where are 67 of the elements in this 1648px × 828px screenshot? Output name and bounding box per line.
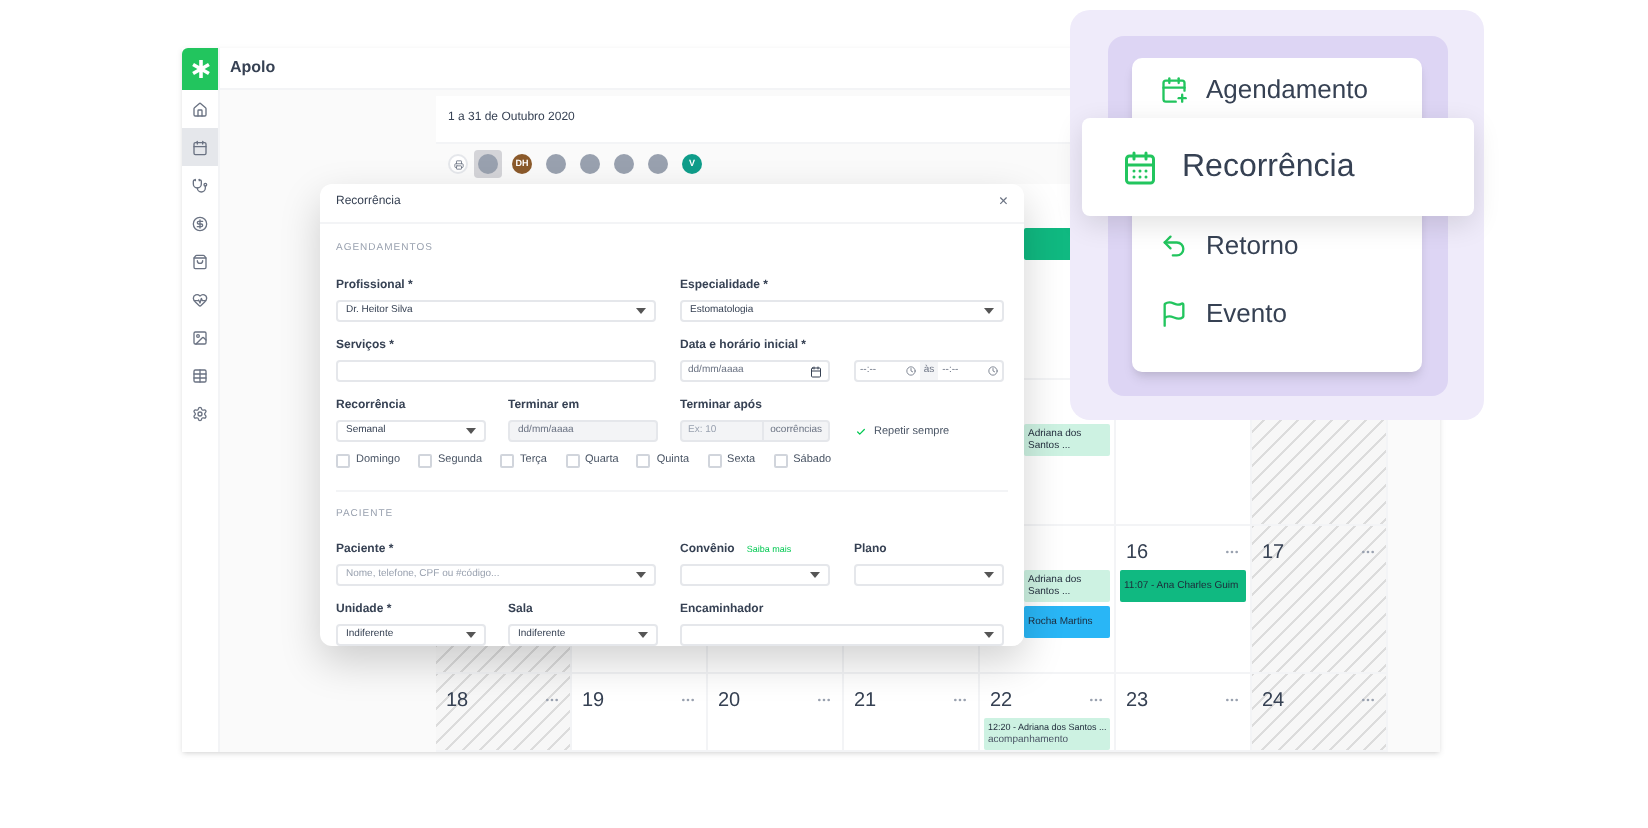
caret-icon: [636, 572, 646, 578]
calendar-plus-icon: [1160, 76, 1188, 104]
dollar-icon: [192, 215, 208, 231]
day-number: 19: [582, 687, 605, 715]
app-title: Apolo: [230, 56, 276, 80]
menu-item[interactable]: Agendamento: [1160, 72, 1422, 108]
checkbox[interactable]: [636, 453, 651, 468]
caret-icon: [636, 308, 646, 315]
calendar-day-cell[interactable]: 23: [1116, 674, 1252, 752]
flag-icon: [1160, 300, 1188, 328]
caret-icon: [984, 572, 994, 578]
avatar-filter-button[interactable]: [576, 150, 604, 178]
day-number: 18: [446, 687, 469, 715]
caret-icon: [466, 428, 476, 435]
menu-item[interactable]: Recorrência: [1082, 118, 1474, 216]
calendar-icon: [1122, 149, 1158, 185]
avatar-filter-button[interactable]: [474, 150, 502, 178]
checkbox[interactable]: [565, 453, 579, 468]
checkbox[interactable]: [500, 453, 515, 468]
avatar-filter-button[interactable]: [542, 150, 570, 178]
settings-icon: [192, 405, 208, 421]
checkbox[interactable]: [418, 453, 433, 468]
menu-item[interactable]: Retorno: [1160, 228, 1422, 264]
checkbox[interactable]: [773, 453, 788, 468]
heart-pulse-icon: [192, 291, 208, 307]
logo-icon: [191, 60, 209, 78]
image-icon: [192, 329, 208, 345]
day-number: 23: [1126, 687, 1149, 715]
select-field[interactable]: [680, 624, 1004, 646]
calendar-icon: [810, 365, 822, 378]
menu-item[interactable]: Evento: [1160, 296, 1422, 332]
select-field[interactable]: [854, 564, 1004, 586]
day-number: 16: [1126, 539, 1149, 567]
calendar-day-cell[interactable]: 18: [436, 674, 572, 752]
avatar-placeholder: [478, 154, 498, 174]
checkbox[interactable]: [336, 453, 350, 468]
caret-icon: [466, 632, 476, 638]
calendar-day-cell[interactable]: 17: [1252, 526, 1388, 674]
caret-icon: [810, 572, 820, 578]
avatar-filter-button[interactable]: [644, 150, 672, 178]
table-icon: [192, 367, 208, 383]
day-number: 21: [854, 687, 877, 715]
avatar-filter-button[interactable]: [610, 150, 638, 178]
checkbox[interactable]: [707, 453, 722, 468]
home-icon: [192, 101, 208, 117]
caret-icon: [984, 632, 994, 638]
checkbox[interactable]: [854, 425, 868, 440]
stethoscope-icon: [192, 177, 208, 193]
input-field[interactable]: [336, 360, 656, 383]
calendar-day-cell[interactable]: 20: [708, 674, 844, 752]
calendar-day-cell[interactable]: 19: [572, 674, 708, 752]
day-number: 24: [1262, 687, 1285, 715]
select-field[interactable]: [680, 564, 830, 586]
printer-icon: [453, 159, 463, 169]
return-arrow-icon: [1160, 232, 1188, 260]
bag-icon: [192, 253, 208, 269]
calendar-day-cell[interactable]: 21: [844, 674, 980, 752]
day-number: 22: [990, 687, 1013, 715]
print-button[interactable]: [448, 154, 468, 174]
calendar-icon: [192, 139, 208, 155]
close-button[interactable]: ×: [998, 194, 1008, 211]
day-number: 17: [1262, 539, 1285, 567]
caret-icon: [638, 632, 648, 638]
sidebar-item[interactable]: [182, 128, 218, 166]
day-number: 20: [718, 687, 741, 715]
caret-icon: [984, 308, 994, 315]
calendar-day-cell[interactable]: 24: [1252, 674, 1388, 752]
